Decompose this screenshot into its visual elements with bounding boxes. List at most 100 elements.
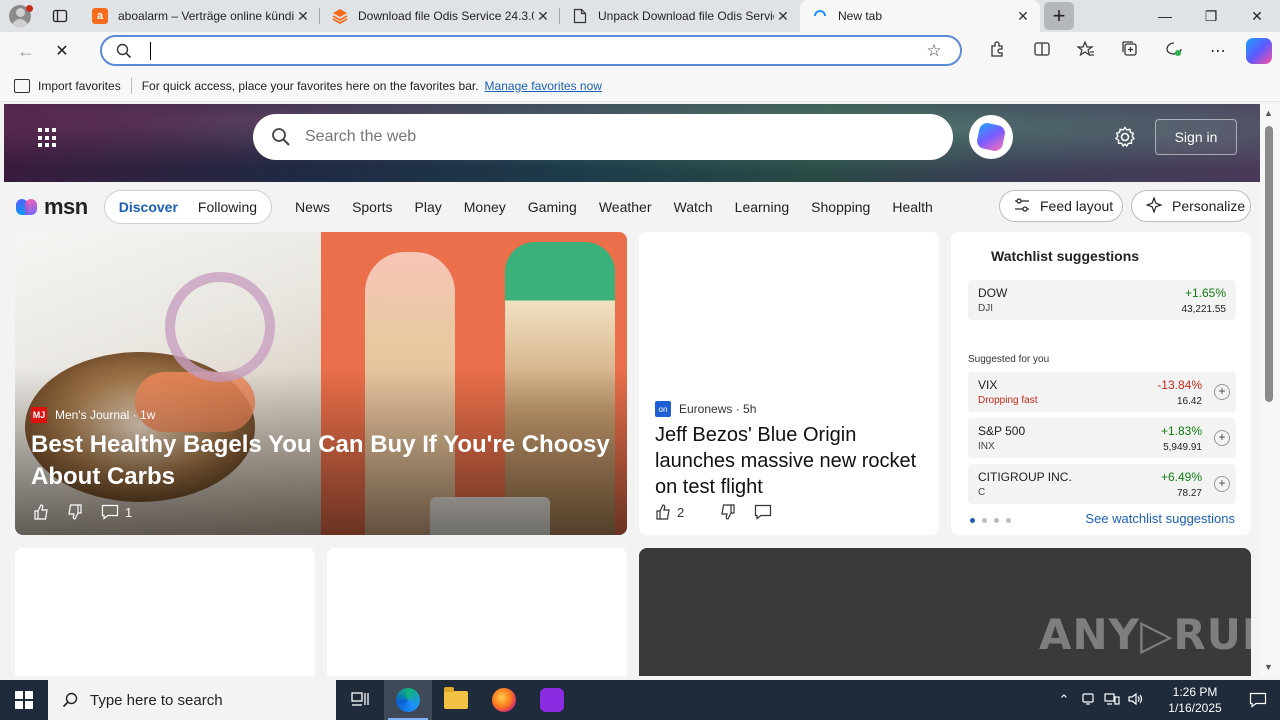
stock-row-vix[interactable]: VIX Dropping fast -13.84% 16.42 + [968, 372, 1236, 412]
article-headline[interactable]: Best Healthy Bagels You Can Buy If You'r… [31, 429, 611, 493]
taskbar-app[interactable] [528, 680, 576, 720]
nav-money[interactable]: Money [464, 199, 506, 215]
tab-new-tab[interactable]: New tab ✕ [800, 0, 1040, 32]
tab-strip: a aboalarm – Verträge online kündi ✕ Dow… [0, 0, 1280, 32]
device-icon[interactable] [1076, 692, 1100, 709]
address-input[interactable] [144, 39, 922, 62]
scroll-up-icon[interactable]: ▲ [1264, 108, 1273, 118]
document-favicon-icon [572, 8, 588, 24]
msn-logo[interactable]: msn [16, 194, 88, 220]
app-launcher-icon[interactable] [38, 128, 58, 148]
anyrun-watermark: ANY▷RUN [1039, 610, 1251, 659]
network-icon[interactable] [1100, 692, 1124, 709]
favorites-hint: For quick access, place your favorites h… [141, 78, 479, 93]
nav-watch[interactable]: Watch [674, 199, 713, 215]
featured-article-card[interactable]: MJ Men's Journal · 1w Best Healthy Bagel… [15, 232, 627, 535]
like-icon[interactable] [33, 504, 49, 520]
extensions-icon[interactable] [976, 40, 1020, 63]
dislike-icon[interactable] [720, 504, 736, 520]
favorite-star-icon[interactable]: ☆ [922, 41, 946, 61]
msn-nav-row: msn Discover Following News Sports Play … [4, 182, 1260, 232]
import-favorites-button[interactable]: Import favorites [14, 78, 121, 93]
close-tab-icon[interactable]: ✕ [534, 8, 552, 25]
stock-row-sp500[interactable]: S&P 500 INX +1.83% 5,949.91 + [968, 418, 1236, 458]
sign-in-button[interactable]: Sign in [1155, 119, 1237, 155]
scroll-thumb[interactable] [1265, 126, 1273, 402]
address-bar[interactable]: ☆ [100, 35, 962, 66]
back-button[interactable]: ← [8, 35, 44, 67]
tab-following[interactable]: Following [188, 199, 267, 215]
nav-weather[interactable]: Weather [599, 199, 652, 215]
tab-actions-button[interactable] [40, 0, 80, 32]
chevron-up-icon[interactable]: ⌃ [1052, 692, 1076, 708]
restore-icon[interactable]: ❐ [1188, 0, 1234, 32]
taskbar-edge[interactable] [384, 680, 432, 720]
profile-button[interactable] [0, 0, 40, 32]
news-article-card[interactable]: on Euronews · 5h Jeff Bezos' Blue Origin… [639, 232, 939, 535]
gear-icon[interactable] [1114, 126, 1136, 148]
add-to-watchlist-icon[interactable]: + [1214, 430, 1230, 446]
notifications-button[interactable] [1236, 680, 1280, 720]
nav-learning[interactable]: Learning [735, 199, 790, 215]
carousel-dots[interactable] [970, 518, 1018, 523]
close-window-icon[interactable]: ✕ [1234, 0, 1280, 32]
tab-discover[interactable]: Discover [109, 199, 188, 215]
loading-card [327, 548, 627, 676]
page-scrollbar[interactable]: ▲ ▼ [1260, 104, 1280, 676]
close-tab-icon[interactable]: ✕ [294, 8, 312, 25]
minimize-icon[interactable]: — [1142, 0, 1188, 32]
nav-sports[interactable]: Sports [352, 199, 392, 215]
tab-aboalarm[interactable]: a aboalarm – Verträge online kündi ✕ [80, 0, 320, 32]
start-button[interactable] [0, 680, 48, 720]
web-search-box[interactable] [253, 114, 953, 160]
tab-unpack-odis[interactable]: Unpack Download file Odis Servic ✕ [560, 0, 800, 32]
close-tab-icon[interactable]: ✕ [1014, 8, 1032, 25]
add-to-watchlist-icon[interactable]: + [1214, 384, 1230, 400]
nav-health[interactable]: Health [892, 199, 932, 215]
source-name: Euronews [679, 402, 733, 416]
nav-play[interactable]: Play [415, 199, 442, 215]
close-tab-icon[interactable]: ✕ [774, 8, 792, 25]
msn-butterfly-icon [16, 197, 40, 217]
browser-essentials-icon[interactable] [1152, 40, 1196, 63]
favorites-icon[interactable] [1064, 39, 1108, 63]
new-tab-button[interactable]: + [1044, 2, 1074, 30]
favorites-bar: Import favorites For quick access, place… [0, 70, 1280, 102]
stock-row-citigroup[interactable]: CITIGROUP INC. C +6.49% 78.27 + [968, 464, 1236, 504]
reaction-bar: 2 [655, 504, 790, 520]
web-search-input[interactable] [305, 128, 905, 146]
collections-icon[interactable] [1108, 40, 1152, 63]
comments-button[interactable]: 1 [101, 504, 150, 520]
notification-icon [1249, 692, 1267, 708]
taskbar-search[interactable]: Type here to search [48, 680, 336, 720]
like-button[interactable]: 2 [655, 504, 702, 520]
feed-layout-button[interactable]: Feed layout [999, 190, 1123, 222]
stop-loading-button[interactable]: ✕ [44, 35, 80, 67]
nav-news[interactable]: News [295, 199, 330, 215]
stock-row-dow[interactable]: DOW DJI +1.65% 43,221.55 [968, 280, 1236, 320]
copilot-icon[interactable] [1246, 38, 1272, 64]
article-source: MJ Men's Journal · 1w [31, 407, 155, 423]
task-view-button[interactable] [336, 680, 384, 720]
more-options-icon[interactable]: ⋯ [1196, 41, 1240, 61]
search-icon [272, 128, 290, 146]
scroll-down-icon[interactable]: ▼ [1264, 662, 1273, 672]
taskbar-clock[interactable]: 1:26 PM 1/16/2025 [1154, 684, 1236, 716]
tab-download-odis[interactable]: Download file Odis Service 24.3.0 ✕ [320, 0, 560, 32]
split-screen-icon[interactable] [1020, 40, 1064, 63]
personalize-button[interactable]: Personalize [1131, 190, 1251, 222]
manage-favorites-link[interactable]: Manage favorites now [485, 79, 602, 93]
comment-icon[interactable] [754, 504, 772, 520]
nav-shopping[interactable]: Shopping [811, 199, 870, 215]
see-watchlist-link[interactable]: See watchlist suggestions [1085, 511, 1235, 526]
taskbar-firefox[interactable] [480, 680, 528, 720]
video-card[interactable]: ANY▷RUN [639, 548, 1251, 676]
dislike-icon[interactable] [67, 504, 83, 520]
article-headline[interactable]: Jeff Bezos' Blue Origin launches massive… [655, 422, 927, 500]
taskbar-file-explorer[interactable] [432, 680, 480, 720]
add-to-watchlist-icon[interactable]: + [1214, 476, 1230, 492]
volume-icon[interactable] [1124, 692, 1148, 709]
suggested-label: Suggested for you [968, 354, 1050, 365]
nav-gaming[interactable]: Gaming [528, 199, 577, 215]
copilot-button[interactable] [969, 115, 1013, 159]
